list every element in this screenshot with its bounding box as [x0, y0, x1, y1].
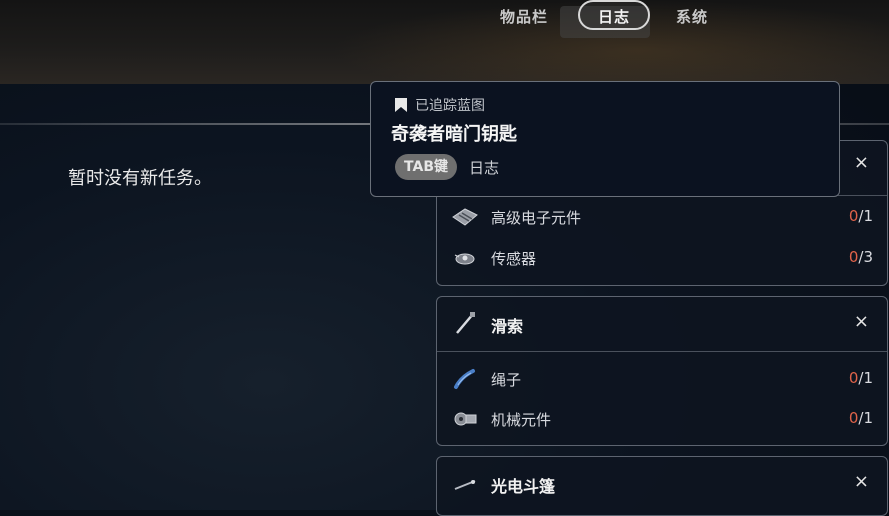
material-row: 高级电子元件 0/1: [437, 201, 887, 233]
material-row: 传感器 0/3: [437, 242, 887, 274]
close-icon[interactable]: ×: [854, 311, 869, 332]
material-name: 机械元件: [491, 411, 552, 429]
tab-key-label: 日志: [469, 159, 500, 177]
sensor-icon: [454, 253, 475, 265]
tracked-title: 奇袭者暗门钥匙: [391, 124, 517, 145]
material-name: 高级电子元件: [491, 209, 582, 227]
tab-inventory[interactable]: 物品栏: [500, 4, 548, 30]
mechanical-parts-icon: [454, 412, 477, 426]
blueprint-title: 光电斗篷: [491, 477, 556, 496]
tracked-blueprint-popup: 已追踪蓝图 奇袭者暗门钥匙 TAB键 日志: [370, 81, 840, 197]
tab-log[interactable]: 日志: [578, 0, 650, 30]
material-have: 0: [848, 369, 859, 387]
close-icon[interactable]: ×: [854, 471, 869, 492]
material-have: 0: [848, 248, 859, 266]
zipline-icon: [456, 312, 475, 334]
main-tabs: 物品栏 日志 系统: [0, 0, 889, 38]
material-name: 传感器: [491, 250, 537, 268]
material-row: 机械元件 0/1: [437, 403, 887, 435]
tab-key-badge[interactable]: TAB键: [395, 154, 457, 180]
material-count: 0/1: [849, 207, 873, 225]
circuit-board-icon: [452, 208, 478, 226]
blueprint-card-header: 光电斗篷 ×: [437, 457, 887, 511]
material-need: /3: [858, 248, 873, 266]
empty-quest-message: 暂时没有新任务。: [68, 168, 212, 189]
cloak-icon: [454, 480, 476, 490]
rope-icon: [454, 369, 475, 389]
bookmark-icon: [395, 98, 407, 112]
material-have: 0: [848, 409, 859, 427]
material-count: 0/3: [849, 248, 873, 266]
close-icon[interactable]: ×: [854, 152, 869, 173]
tab-system[interactable]: 系统: [676, 4, 708, 30]
blueprint-card-header: 滑索 ×: [437, 297, 887, 352]
material-row: 绳子 0/1: [437, 363, 887, 395]
material-name: 绳子: [491, 371, 522, 389]
material-have: 0: [848, 207, 859, 225]
material-count: 0/1: [849, 369, 873, 387]
material-count: 0/1: [849, 409, 873, 427]
material-need: /1: [858, 409, 873, 427]
material-need: /1: [858, 369, 873, 387]
tracked-label: 已追踪蓝图: [415, 98, 485, 114]
blueprint-card: 滑索 × 绳子 0/1 机械元件 0/1: [436, 296, 888, 446]
blueprint-title: 滑索: [491, 317, 524, 336]
blueprint-card: 光电斗篷 ×: [436, 456, 888, 516]
material-need: /1: [858, 207, 873, 225]
